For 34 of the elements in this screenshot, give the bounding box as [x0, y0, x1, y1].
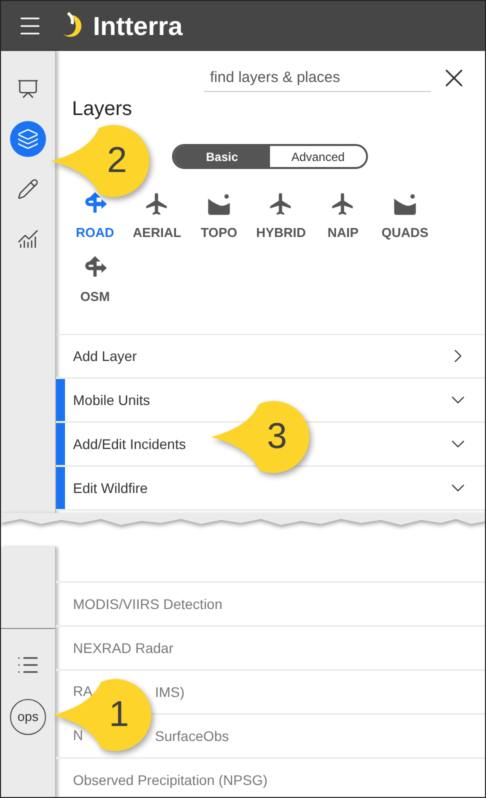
callout-tooltip-number: 1 — [108, 694, 130, 734]
presentation-icon — [17, 78, 39, 100]
layer-name: NEXRAD Radar — [73, 638, 174, 658]
rail-button[interactable] — [10, 121, 46, 157]
airplane-icon — [268, 191, 294, 217]
basemap-option[interactable]: AERIAL — [126, 191, 188, 242]
layers-icon — [17, 128, 39, 150]
panel-title: Layers — [72, 97, 132, 121]
section-label[interactable]: Add/Edit Incidents — [73, 434, 186, 454]
basemap-option[interactable]: TOPO — [188, 191, 250, 242]
basemap-option[interactable]: ROAD — [64, 191, 126, 242]
ops-button[interactable]: ops — [10, 699, 46, 735]
search-field[interactable]: find layers & places — [204, 64, 431, 92]
airplane-icon — [144, 191, 170, 217]
app-title: Intterra — [93, 10, 183, 42]
toggle-option[interactable]: Basic — [174, 146, 270, 167]
airplane-icon — [330, 191, 356, 217]
layer-name: N — [73, 727, 84, 743]
section-label[interactable]: Mobile Units — [73, 390, 150, 410]
section-label[interactable]: Add Layer — [73, 346, 137, 366]
basemap-option[interactable]: OSM — [64, 254, 126, 306]
callout-tooltip-number: 2 — [106, 140, 128, 180]
basemap-option[interactable]: NAIP — [312, 191, 374, 242]
basemap-option[interactable]: QUADS — [374, 191, 436, 242]
section-label[interactable]: Edit Wildfire — [73, 478, 148, 498]
layer-name: Observed Precipitation (NPSG) — [73, 770, 268, 790]
layer-name: MODIS/VIIRS Detection — [73, 594, 222, 614]
layer-name: SurfaceObs — [155, 726, 229, 746]
chart-icon — [17, 228, 39, 250]
callout-tooltip-number: 3 — [266, 416, 288, 456]
basemap-option[interactable]: HYBRID — [250, 191, 312, 242]
pencil-icon — [17, 178, 39, 200]
layer-name: RA — [73, 683, 92, 699]
layer-name: IMS) — [155, 682, 185, 702]
